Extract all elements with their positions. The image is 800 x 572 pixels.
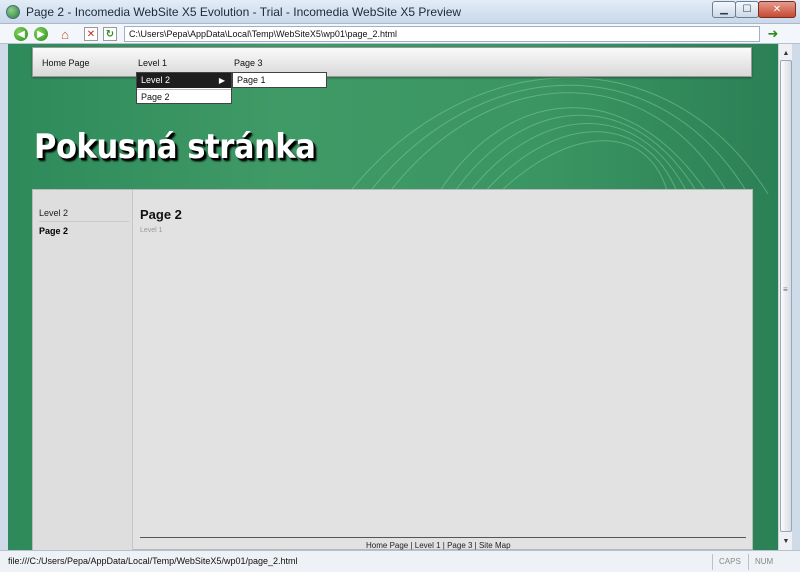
content-area: Level 2 Page 2 Page 2 Level 1 Home Page … [32,189,753,550]
window-titlebar: Page 2 - Incomedia WebSite X5 Evolution … [0,0,800,24]
grip-icon: ≡ [783,285,788,294]
breadcrumb[interactable]: Level 1 [140,227,163,234]
chevron-right-icon: ▶ [218,76,225,85]
refresh-icon[interactable]: ↻ [103,27,117,41]
menu-level-1[interactable]: Level 1 [138,58,167,68]
page-title: Page 2 [140,207,182,222]
caps-indicator: CAPS [712,554,748,570]
submenu-page-2[interactable]: Page 2 [137,89,231,104]
num-indicator: NUM [748,554,778,570]
flyout-page-1[interactable]: Page 1 [232,72,327,88]
scroll-up-arrow-icon[interactable]: ▲ [779,46,793,60]
menu-home-page[interactable]: Home Page [42,58,90,68]
status-url: file:///C:/Users/Pepa/AppData/Local/Temp… [8,556,298,566]
browser-toolbar: ◀ ▶ ⌂ ✕ ↻ C:\Users\Pepa\AppData\Local\Te… [0,24,800,44]
page-viewport: Home Page Level 1 Page 3 Level 2 ▶ Page … [8,44,778,550]
app-globe-icon [6,5,20,19]
footer-divider [140,537,746,538]
maximize-button[interactable]: ☐ [735,1,759,18]
footer-links[interactable]: Home Page | Level 1 | Page 3 | Site Map [366,541,511,550]
submenu-level-2[interactable]: Level 2 ▶ [137,73,231,88]
vertical-scrollbar[interactable]: ▲ ≡ ▼ [778,44,792,550]
submenu-level-2-label: Level 2 [141,75,171,85]
address-bar[interactable]: C:\Users\Pepa\AppData\Local\Temp\WebSite… [124,26,760,42]
minimize-button[interactable]: ▁ [712,1,736,18]
scrollbar-thumb[interactable]: ≡ [780,60,792,532]
level1-dropdown: Level 2 ▶ Page 2 [136,72,232,104]
menu-page-3[interactable]: Page 3 [234,58,263,68]
go-icon[interactable]: ➜ [766,26,780,41]
scroll-down-arrow-icon[interactable]: ▼ [779,534,793,548]
status-bar: file:///C:/Users/Pepa/AppData/Local/Temp… [0,550,800,572]
window-title: Page 2 - Incomedia WebSite X5 Evolution … [26,5,462,19]
forward-icon[interactable]: ▶ [34,27,48,41]
sidebar-item-level-2[interactable]: Level 2 [39,208,129,222]
sidebar: Level 2 Page 2 [33,190,133,550]
home-icon[interactable]: ⌂ [58,27,72,42]
stop-icon[interactable]: ✕ [84,27,98,41]
site-title: Pokusná stránka [34,127,316,167]
back-icon[interactable]: ◀ [14,27,28,41]
sidebar-item-page-2[interactable]: Page 2 [39,226,129,239]
window-frame [792,44,800,550]
close-button[interactable]: ✕ [758,1,796,18]
